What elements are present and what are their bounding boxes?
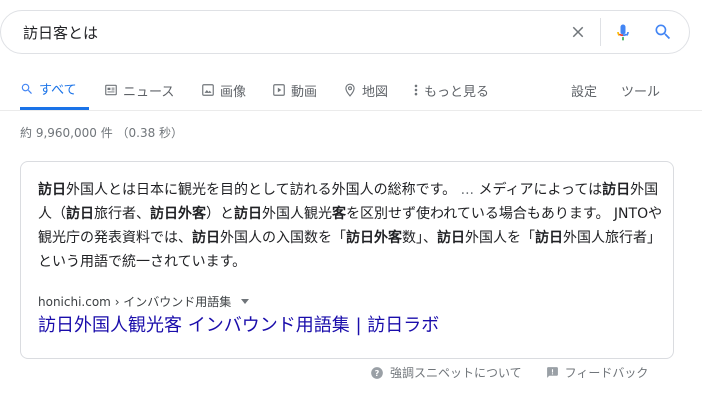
svg-text:?: ? [375,367,380,377]
snippet-highlight: 訪日 [535,230,563,246]
cite-url: honichi.com › インバウンド用語集 [38,293,231,310]
snippet-highlight: 訪日 [192,230,220,246]
snippet-segment: メディアによっては [478,182,603,198]
snippet-text: 訪日外国人とは日本に観光を目的として訪れる外国人の総称です。 ... メディアに… [38,178,663,274]
tab-label: 画像 [220,84,247,100]
help-icon: ? [371,366,383,379]
cite-path: › インバウンド用語集 [110,295,232,309]
snippet-highlight: 訪日 [66,206,94,222]
tab-images[interactable]: 画像 [201,70,246,110]
more-vert-icon [414,84,418,96]
snippet-highlight: 客 [332,206,346,222]
snippet-highlight: 訪日 [437,230,465,246]
feedback-link[interactable]: フィードバック [546,364,649,381]
snippet-segment: 外国人観光 [262,206,332,222]
snippet-segment: を区別せず [346,206,416,222]
image-icon [202,84,214,96]
settings-label: 設定 [571,84,598,100]
result-title-link[interactable]: 訪日外国人観光客 インバウンド用語集 | 訪日ラボ [38,313,439,339]
snippet-segment: 外国人の入国数を「 [220,230,346,246]
tab-label: すべて [39,83,77,98]
search-icon [21,83,32,94]
snippet-ellipsis: ... [460,182,479,198]
tab-label: 地図 [362,84,389,100]
search-box-divider [600,18,601,46]
about-snippets-link[interactable]: ? 強調スニペットについて [370,364,522,381]
tools-label: ツール [621,84,661,100]
tab-label: 動画 [291,84,318,100]
snippet-segment: 旅行者、 [94,206,150,222]
search-tabs: すべて ニュース 画像 動画 地図 もっと見る 設定 ツール [0,70,702,111]
tab-news[interactable]: ニュース [104,70,174,110]
snippet-segment: 外国人とは日本に観光を目的として訪れる外国人の総称です。 [66,182,461,198]
map-pin-icon [345,83,355,97]
snippet-highlight: 訪日 [234,206,262,222]
result-stats: 約 9,960,000 件 （0.38 秒） [20,126,184,140]
search-icon [655,24,671,40]
cite-domain: honichi.com [38,295,111,309]
featured-snippet-card: 訪日外国人とは日本に観光を目的として訪れる外国人の総称です。 ... メディアに… [20,161,674,359]
search-input[interactable] [1,12,558,52]
tab-label: もっと見る [424,84,490,100]
close-icon [572,26,584,38]
snippet-segment: 数」、 [402,230,437,246]
clear-search-button[interactable] [558,12,598,52]
snippet-highlight: 訪日外客 [346,230,402,246]
about-snippets-label: 強調スニペットについて [390,366,522,380]
snippet-segment: 外国人を「 [465,230,535,246]
snippet-feedback-row: ? 強調スニペットについて フィードバック [370,364,648,381]
snippet-highlight: 訪日 [602,182,631,198]
microphone-icon [617,24,629,41]
feedback-label: フィードバック [564,366,649,380]
tab-all[interactable]: すべて [20,70,89,110]
search-submit-button[interactable] [643,12,683,52]
snippet-highlight: 訪日外客 [150,206,206,222]
tools-button[interactable]: ツール [621,70,660,110]
result-cite: honichi.com › インバウンド用語集 [38,293,250,310]
tab-more[interactable]: もっと見る [413,70,489,110]
cite-menu-arrow-icon[interactable] [241,299,250,304]
snippet-segment: ）と [206,206,234,222]
tab-label: ニュース [123,84,175,100]
tab-maps[interactable]: 地図 [343,70,388,110]
video-icon [273,84,285,96]
search-box [0,10,690,54]
news-icon [105,84,117,96]
feedback-icon [546,367,558,378]
tab-videos[interactable]: 動画 [272,70,317,110]
voice-search-button[interactable] [603,12,643,52]
settings-button[interactable]: 設定 [571,70,597,110]
snippet-highlight: 訪日 [38,182,66,198]
